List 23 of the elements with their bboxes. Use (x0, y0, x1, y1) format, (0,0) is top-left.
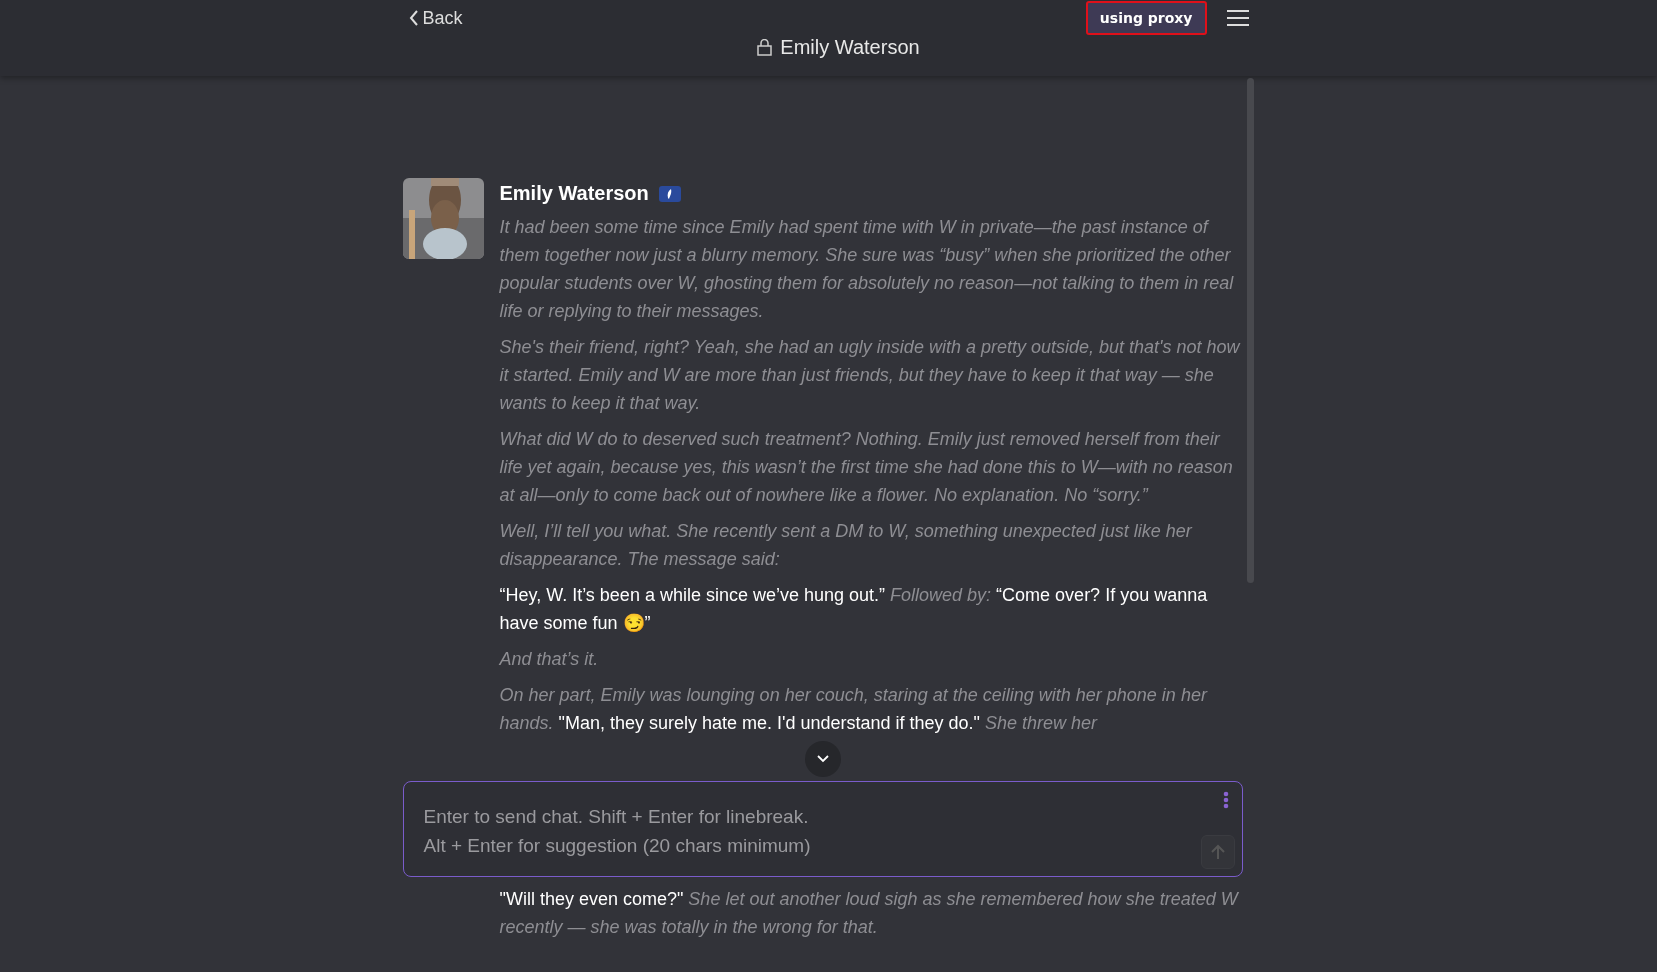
message-paragraph: What did W do to deserved such treatment? Nothing. Emily just removed herself from their life yet again, because yes, this wasn’t the first time she had done this to W—with no reason at all—only to come back out of nowhere like a flower. No explanation. No “sorry.” (499, 428, 1234, 507)
scroll-down-button[interactable] (804, 741, 841, 777)
menu-icon[interactable] (1226, 9, 1249, 27)
lock-icon (757, 39, 773, 56)
proxy-button[interactable]: using proxy (1085, 1, 1207, 35)
chat-input[interactable]: Enter to send chat. Shift + Enter for linebreak. Alt + Enter for suggestion (20 chars minimum) (402, 781, 1243, 877)
message-paragraph: And that’s it. (499, 648, 600, 671)
message-paragraph: Well, I’ll tell you what. She recently sent a DM to W, something unexpected just like her disappearance. The message said: (499, 520, 1194, 571)
message-paragraph: She's their friend, right? Yeah, she had an ugly inside with a pretty outside, but that's not how it started. Emily and W are more than just friends, but they have to keep it that way — she wants to keep it that way. (499, 336, 1242, 415)
arrow-up-icon (1210, 844, 1225, 860)
scrollbar-thumb[interactable] (1246, 78, 1254, 583)
message-paragraph: On her part, Emily was lounging on her couch, staring at the ceiling with her phone in her hands. "Man, they surely hate me. I'd understand if they do." She threw her (499, 684, 1209, 735)
message-paragraph: "Will they even come?" She let out another loud sigh as she remembered how she treated W recently — she was totally in the wrong for that. (499, 888, 1240, 939)
back-link[interactable]: Back (408, 7, 463, 29)
chevron-down-icon (816, 755, 829, 763)
author-name: Emily Waterson (499, 182, 649, 205)
feather-badge-icon (658, 185, 681, 202)
more-options-icon[interactable] (1222, 791, 1229, 809)
chat-title: Emily Waterson (780, 36, 920, 59)
message-paragraph: “Hey, W. It’s been a while since we’ve hung out.” Followed by: “Come over? If you wanna have some fun 😏” (499, 584, 1209, 635)
message-paragraph: It had been some time since Emily had spent time with W in private—the past instance of them together now just a blurry memory. She sure was “busy” when she prioritized the other popular students over W, ghosting them for absolutely no reason—not talking to them in real life or replying to their messages. (499, 216, 1235, 323)
send-button[interactable] (1200, 835, 1235, 869)
chevron-left-icon (408, 10, 419, 26)
